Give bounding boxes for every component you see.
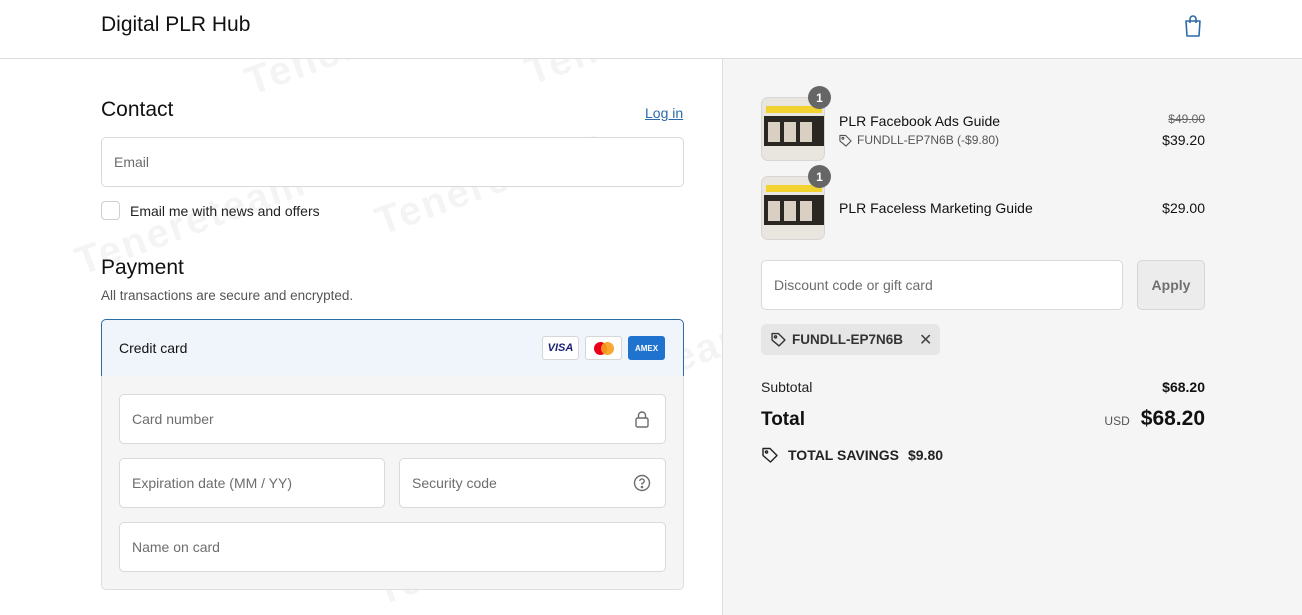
credit-card-label: Credit card xyxy=(119,340,188,356)
total-savings-value: $9.80 xyxy=(907,447,944,463)
amex-logo-icon: AMEX xyxy=(628,336,665,360)
security-code-placeholder: Security code xyxy=(412,475,497,491)
name-on-card-field[interactable]: Name on card xyxy=(119,522,666,572)
applied-discount-code: FUNDLL-EP7N6B xyxy=(792,332,904,347)
newsletter-option[interactable]: Email me with news and offers xyxy=(101,201,320,220)
subtotal-label: Subtotal xyxy=(761,379,813,395)
quantity-badge: 1 xyxy=(808,165,831,188)
newsletter-checkbox[interactable] xyxy=(101,201,120,220)
item-name: PLR Faceless Marketing Guide xyxy=(839,200,1033,216)
email-field[interactable]: Email xyxy=(101,137,684,187)
applied-discount-chip: FUNDLL-EP7N6B ✕ xyxy=(761,324,941,355)
tag-icon xyxy=(839,134,852,147)
quantity-badge: 1 xyxy=(808,86,831,109)
lock-icon xyxy=(635,411,649,428)
total-amount-group: USD $68.20 xyxy=(1104,407,1205,431)
item-discount: FUNDLL-EP7N6B (-$9.80) xyxy=(839,133,999,147)
discount-code-input[interactable]: Discount code or gift card xyxy=(761,260,1123,310)
contact-heading: Contact xyxy=(101,98,174,121)
item-price: $39.20 xyxy=(1162,132,1205,148)
newsletter-label: Email me with news and offers xyxy=(130,202,320,219)
cart-item: 1 PLR Facebook Ads Guide FUNDLL-EP7N6B (… xyxy=(761,86,1205,161)
total-savings: TOTAL SAVINGS $9.80 xyxy=(761,446,943,464)
visa-logo-icon: VISA xyxy=(542,336,579,360)
total-savings-label: TOTAL SAVINGS xyxy=(788,447,899,463)
card-number-placeholder: Card number xyxy=(132,411,214,427)
login-link[interactable]: Log in xyxy=(645,105,683,121)
shopping-bag-icon[interactable] xyxy=(1182,14,1204,38)
original-price: $49.00 xyxy=(1168,112,1205,126)
item-price: $29.00 xyxy=(1162,200,1205,216)
card-number-field[interactable]: Card number xyxy=(119,394,666,444)
tag-icon xyxy=(771,332,786,347)
cart-item: 1 PLR Faceless Marketing Guide $29.00 xyxy=(761,165,1205,240)
apply-discount-button[interactable]: Apply xyxy=(1137,260,1205,310)
mastercard-logo-icon xyxy=(585,336,622,360)
total-amount: $68.20 xyxy=(1140,407,1205,430)
item-discount-code: FUNDLL-EP7N6B (-$9.80) xyxy=(857,133,1000,147)
currency-code: USD xyxy=(1104,414,1130,428)
security-code-field[interactable]: Security code xyxy=(399,458,666,508)
card-logos: VISA AMEX xyxy=(542,336,665,360)
total-label: Total xyxy=(761,409,805,430)
payment-heading: Payment xyxy=(101,256,184,279)
credit-card-option[interactable]: Credit card VISA AMEX xyxy=(101,319,684,377)
item-name: PLR Facebook Ads Guide xyxy=(839,113,1001,129)
site-header: Digital PLR Hub xyxy=(0,0,1302,59)
payment-subtitle: All transactions are secure and encrypte… xyxy=(101,288,354,303)
help-circle-icon[interactable] xyxy=(633,474,651,492)
expiration-date-field[interactable]: Expiration date (MM / YY) xyxy=(119,458,385,508)
remove-discount-close-icon[interactable]: ✕ xyxy=(919,330,932,350)
brand-title[interactable]: Digital PLR Hub xyxy=(101,13,250,37)
savings-tag-icon xyxy=(762,447,778,463)
subtotal-value: $68.20 xyxy=(1162,379,1205,395)
